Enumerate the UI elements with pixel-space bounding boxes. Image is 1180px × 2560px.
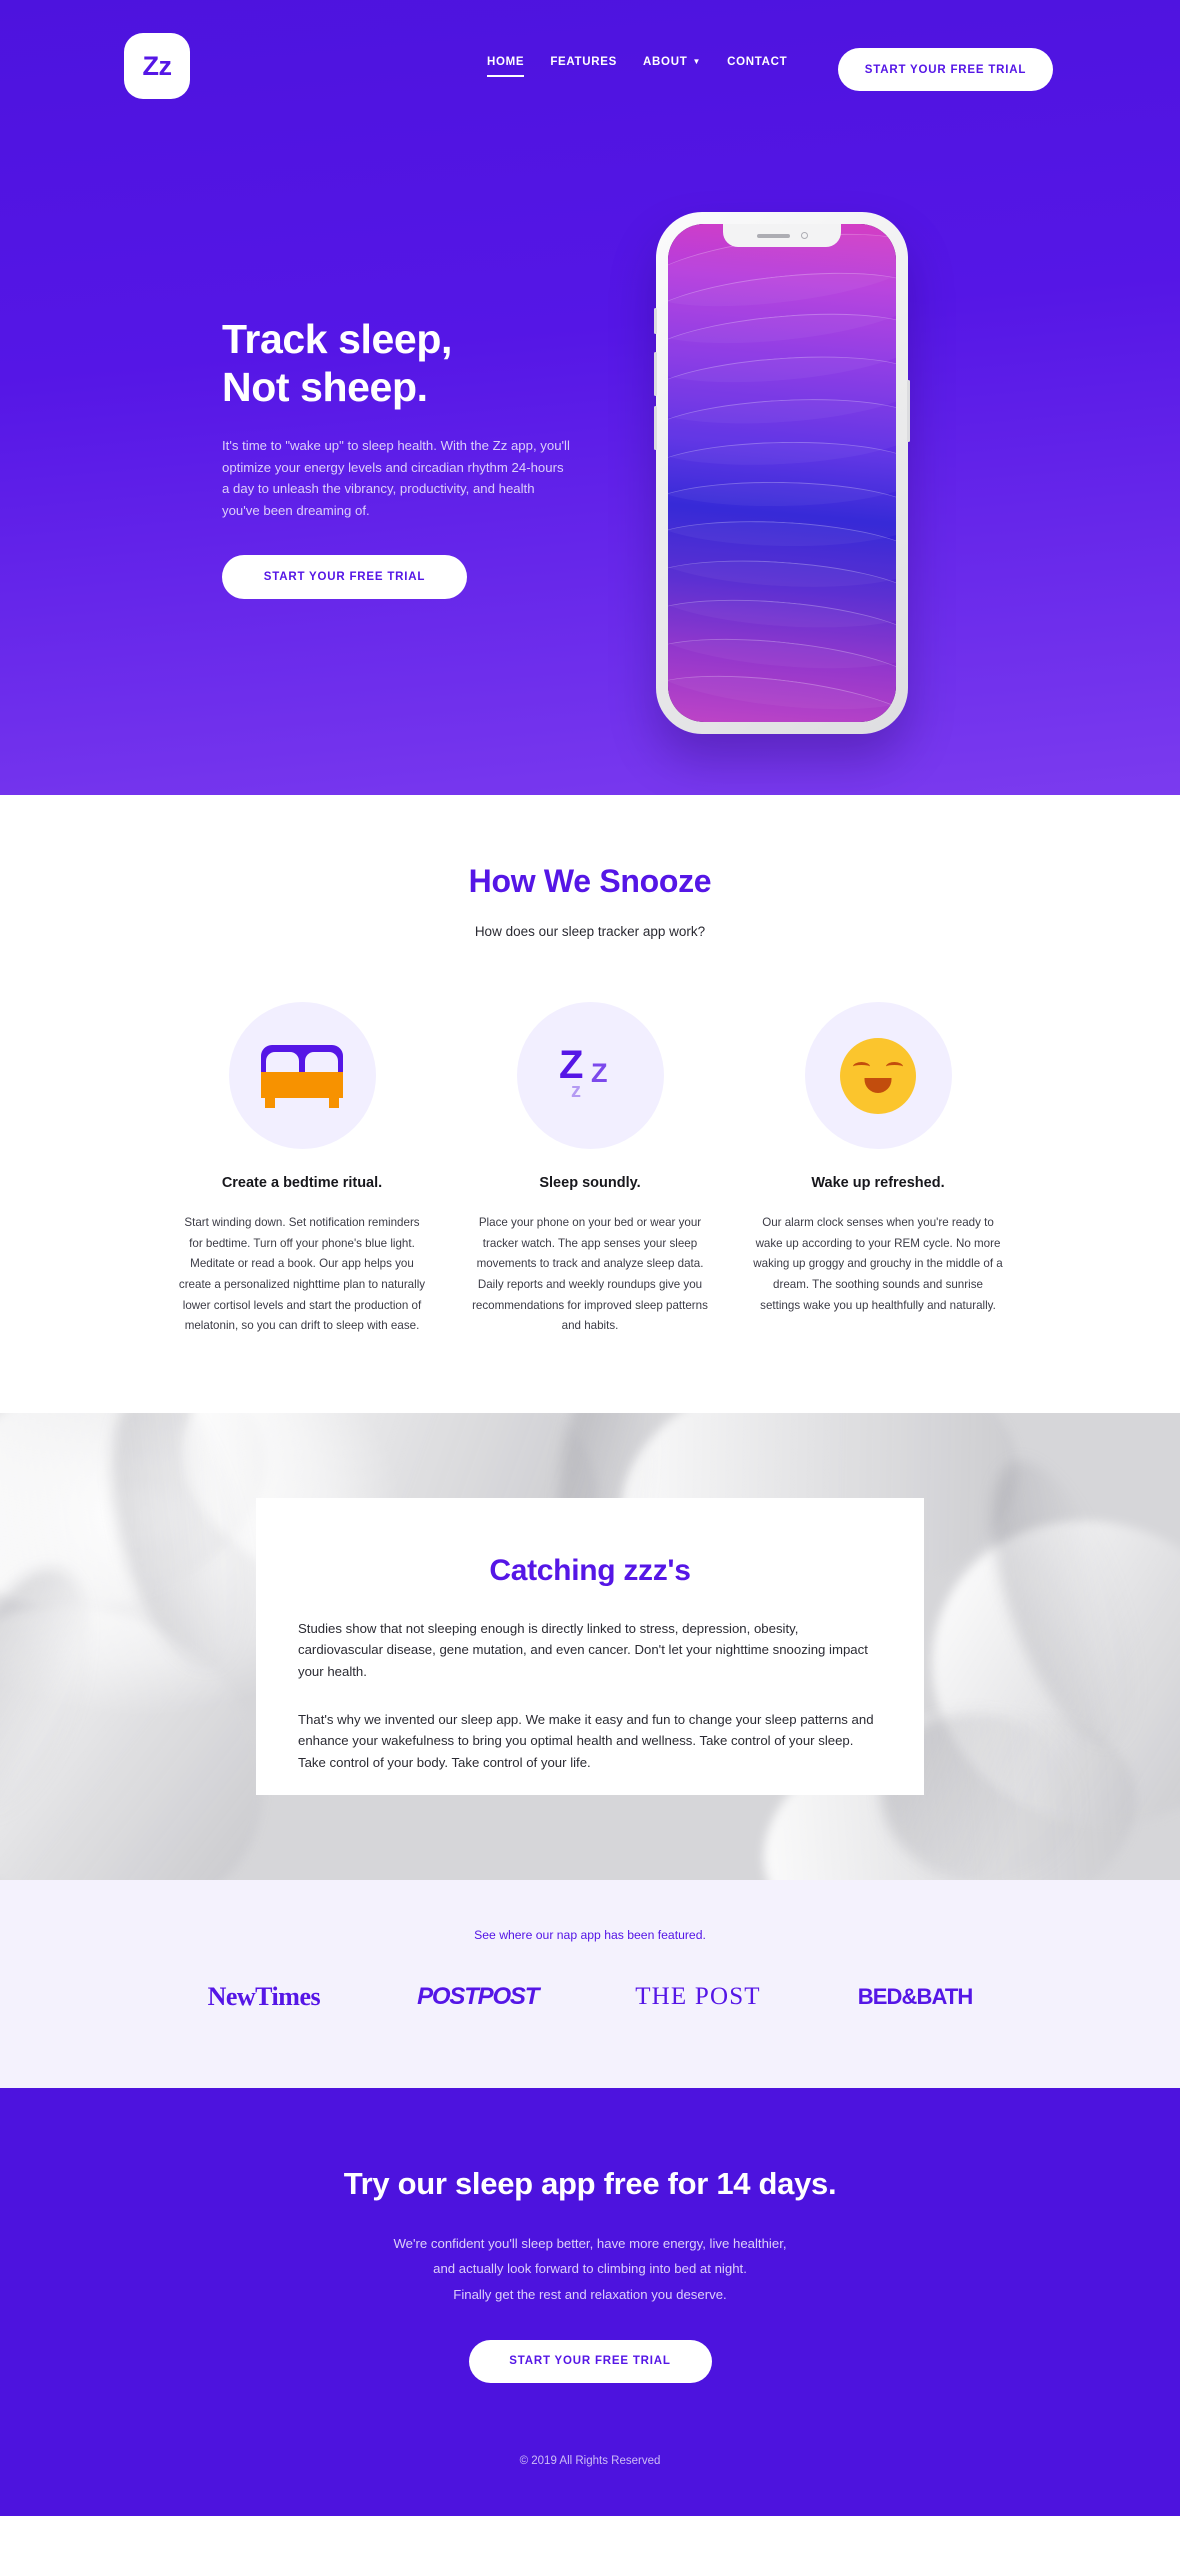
chevron-down-icon: ▼ [692, 57, 702, 66]
feature-card-body: Start winding down. Set notification rem… [178, 1216, 426, 1333]
hero-copy: Track sleep, Not sheep. It's time to "wa… [222, 315, 592, 599]
smiling-face-icon-circle [804, 1002, 952, 1149]
cta-line-3: Finally get the rest and relaxation you … [453, 2287, 727, 2303]
phone-wallpaper [668, 224, 896, 722]
catching-zzz-card: Catching zzz's Studies show that not sle… [256, 1497, 924, 1795]
nav-item-about-label: ABOUT [643, 56, 688, 68]
phone-screen-frame [668, 224, 896, 722]
nav-item-home-label: HOME [487, 56, 525, 68]
phone-speaker [756, 233, 790, 238]
feature-card-title: Create a bedtime ritual. [221, 1175, 383, 1191]
cta-line-1: We're confident you'll sleep better, hav… [393, 2235, 787, 2251]
feature-cards: Create a bedtime ritual. Start winding d… [0, 1002, 1180, 1337]
cta-line-2: and actually look forward to climbing in… [433, 2261, 747, 2277]
cta-title: Try our sleep app free for 14 days. [343, 2165, 837, 2201]
nav-item-about[interactable]: ABOUT ▼ [643, 56, 701, 73]
phone-camera-icon [800, 232, 808, 239]
bottom-cta-section: Try our sleep app free for 14 days. We'r… [0, 2087, 1180, 2516]
snooze-subtitle: How does our sleep tracker app work? [474, 924, 706, 939]
zzz-icon: Z Z z [559, 1042, 608, 1102]
press-section: See where our nap app has been featured.… [0, 1879, 1180, 2088]
phone-power-button [907, 380, 910, 442]
zzz-icon-circle: Z Z z [516, 1002, 664, 1149]
nav-item-home[interactable]: HOME [487, 56, 525, 77]
logo[interactable]: Zz [124, 33, 190, 99]
snooze-title: How We Snooze [468, 863, 712, 899]
press-label: See where our nap app has been featured. [474, 1927, 706, 1942]
bed-icon-circle [228, 1002, 376, 1149]
hero-title-line1: Track sleep, [222, 316, 452, 362]
feature-card-sleep-soundly: Z Z z Sleep soundly. Place your phone on… [465, 1002, 715, 1337]
footer-start-trial-button[interactable]: START YOUR FREE TRIAL [468, 2339, 712, 2383]
feature-card-body: Our alarm clock senses when you're ready… [753, 1216, 1003, 1312]
nav-item-contact[interactable]: CONTACT [727, 56, 787, 73]
phone-notch [723, 224, 841, 247]
press-logo-newtimes: NewTimes [207, 1981, 321, 2011]
nav-item-features[interactable]: FEATURES [550, 56, 617, 73]
catching-zzz-section: Catching zzz's Studies show that not sle… [0, 1412, 1180, 1880]
hero-paragraph: It's time to "wake up" to sleep health. … [222, 437, 570, 519]
feature-card-title: Sleep soundly. [539, 1175, 641, 1191]
bed-icon [261, 1044, 343, 1108]
press-logo-bedbath: BED&BATH [857, 1983, 974, 2009]
catching-zzz-paragraph-2: That's why we invented our sleep app. We… [298, 1711, 874, 1770]
phone-mockup [654, 212, 910, 734]
cta-subtext: We're confident you'll sleep better, hav… [0, 2231, 1180, 2308]
nav-item-contact-label: CONTACT [727, 56, 788, 68]
main-navbar: Zz HOME FEATURES ABOUT ▼ CONTACT START Y… [0, 0, 1180, 120]
press-logo-postpost: POSTPOST [417, 1982, 539, 2010]
press-logo-thepost: THE POST [635, 1982, 761, 2010]
feature-card-wake-up-refreshed: Wake up refreshed. Our alarm clock sense… [753, 1002, 1003, 1337]
phone-volume-up-button [654, 352, 657, 396]
phone-mute-switch [654, 308, 657, 334]
hero-title: Track sleep, Not sheep. [222, 315, 592, 412]
hero-section: Zz HOME FEATURES ABOUT ▼ CONTACT START Y… [0, 0, 1180, 795]
logo-text: Zz [142, 50, 173, 81]
catching-zzz-paragraph-1: Studies show that not sleeping enough is… [298, 1620, 868, 1679]
nav-item-features-label: FEATURES [550, 56, 618, 68]
copyright-text: © 2019 All Rights Reserved [519, 2454, 661, 2467]
catching-zzz-title: Catching zzz's [489, 1553, 691, 1587]
feature-card-body: Place your phone on your bed or wear you… [472, 1216, 708, 1333]
smiling-face-icon [840, 1037, 916, 1114]
hero-start-trial-button[interactable]: START YOUR FREE TRIAL [222, 554, 467, 599]
header-start-trial-button[interactable]: START YOUR FREE TRIAL [838, 48, 1053, 91]
hero-title-line2: Not sheep. [222, 364, 428, 411]
press-logos: NewTimes POSTPOST THE POST BED&BATH [0, 1982, 1180, 2012]
feature-card-bedtime-ritual: Create a bedtime ritual. Start winding d… [177, 1002, 427, 1337]
nav-links: HOME FEATURES ABOUT ▼ CONTACT [487, 56, 787, 77]
how-we-snooze-section: How We Snooze How does our sleep tracker… [0, 795, 1180, 1413]
phone-volume-down-button [654, 406, 657, 450]
feature-card-title: Wake up refreshed. [811, 1175, 945, 1191]
